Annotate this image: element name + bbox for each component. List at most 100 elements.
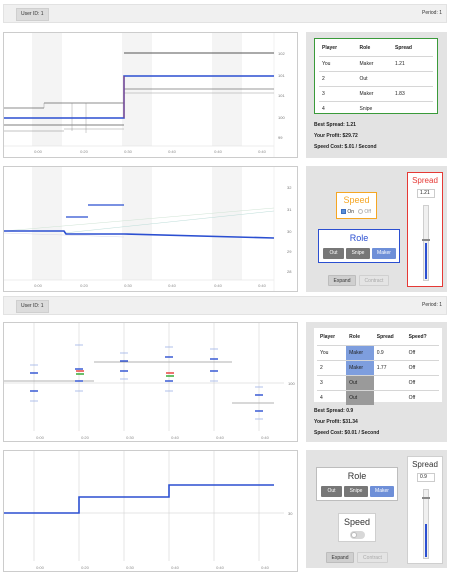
speed-off-option[interactable]: Off <box>358 209 371 216</box>
top-player-table: Player Role Spread You Maker 1.21 2 Out … <box>319 41 433 116</box>
best-spread-label: Best Spread: 0.9 <box>314 408 354 414</box>
x-tick-label: 0:00 <box>34 149 43 154</box>
table-header: Role <box>356 41 393 57</box>
table-cell: Out <box>346 375 374 391</box>
top-spread-chart: 32 31 30 29 28 0:00 0:20 0:30 0:40 0:40 … <box>3 166 298 292</box>
profit-label: Your Profit: $29.72 <box>314 133 358 139</box>
table-cell <box>374 390 406 405</box>
role-title: Role <box>349 233 369 243</box>
role-out-button[interactable]: Out <box>323 248 344 259</box>
role-snipe-button[interactable]: Snipe <box>344 486 368 497</box>
y-tick-label: 28 <box>287 269 292 274</box>
bottom-player-table-frame: Player Role Spread Speed? You Maker 0.9 … <box>314 328 442 405</box>
role-snipe-button[interactable]: Snipe <box>346 248 370 259</box>
spread-slider-handle[interactable] <box>422 238 430 241</box>
top-period-label: Period: 1 <box>421 10 442 16</box>
speed-title: Speed <box>343 517 371 527</box>
table-row: 3 Maker 1.83 <box>319 86 433 102</box>
spread-box: Spread 1.21 <box>407 172 443 287</box>
role-maker-button[interactable]: Maker <box>370 486 394 497</box>
x-tick-label: 0:40 <box>214 283 223 288</box>
own-spread-line <box>4 484 274 514</box>
spread-value-input[interactable]: 1.21 <box>417 189 435 198</box>
x-tick-label: 0:00 <box>34 283 43 288</box>
x-tick-label: 0:40 <box>171 565 180 570</box>
spread-slider[interactable] <box>422 205 430 281</box>
table-cell <box>392 101 433 116</box>
expand-button[interactable]: Expand <box>328 275 356 286</box>
spread-slider[interactable] <box>422 489 430 559</box>
contract-button[interactable]: Contract <box>359 275 389 286</box>
table-cell: Off <box>405 375 439 391</box>
spread-value-input[interactable]: 0.9 <box>417 473 435 482</box>
spread-slider-fill <box>425 243 427 279</box>
table-cell: 4 <box>320 394 323 401</box>
table-cell: You <box>317 345 347 361</box>
bottom-spread-chart: 30 0:00 0:20 0:30 0:40 0:40 0:40 <box>3 450 298 572</box>
expand-button[interactable]: Expand <box>326 552 354 563</box>
x-tick-label: 0:40 <box>258 283 267 288</box>
top-price-y-ticks: 102 101 101 100 99 <box>278 51 285 140</box>
top-player-panel: Player Role Spread You Maker 1.21 2 Out … <box>306 32 447 158</box>
table-cell: Maker <box>356 56 393 72</box>
best-spread-label: Best Spread: 1.21 <box>314 122 356 128</box>
spread-slider-handle[interactable] <box>422 496 430 499</box>
table-row: 2 Out <box>319 71 433 87</box>
x-tick-label: 0:30 <box>126 565 135 570</box>
role-out-button[interactable]: Out <box>321 486 342 497</box>
y-tick-label: 101 <box>278 73 285 78</box>
role-maker-button[interactable]: Maker <box>372 248 396 259</box>
speed-on-option[interactable]: On <box>341 209 354 216</box>
top-player-table-frame: Player Role Spread You Maker 1.21 2 Out … <box>314 38 438 114</box>
table-row: 2 Maker 1.77 Off <box>317 360 439 376</box>
y-tick-label: 101 <box>278 93 285 98</box>
x-tick-label: 0:00 <box>36 435 45 440</box>
y-tick-label: 102 <box>278 51 285 56</box>
table-row: 4 Snipe <box>319 101 433 116</box>
speed-box: Speed On Off <box>336 192 377 219</box>
checkbox-checked-icon <box>341 209 346 215</box>
table-cell: Maker <box>346 345 374 361</box>
table-cell: Maker <box>356 86 393 102</box>
table-cell: 0.9 <box>373 345 406 361</box>
speed-toggle[interactable] <box>350 531 365 539</box>
table-cell <box>392 71 433 87</box>
table-row: 3 Out Off <box>317 375 439 391</box>
table-cell: Out <box>346 390 374 405</box>
x-tick-label: 0:40 <box>214 149 223 154</box>
profit-label: Your Profit: $31.34 <box>314 419 358 425</box>
table-row: You Maker 0.9 Off <box>317 345 439 361</box>
top-controls-panel: Speed On Off Role Out Snipe Maker Expand… <box>306 166 447 292</box>
table-header: Player <box>317 330 347 346</box>
table-row: You Maker 1.21 <box>319 56 433 72</box>
x-tick-label: 0:40 <box>258 149 267 154</box>
x-tick-label: 0:20 <box>81 565 90 570</box>
spread-title: Spread <box>412 460 438 469</box>
table-header: Spread <box>373 330 406 346</box>
x-tick-label: 0:20 <box>81 435 90 440</box>
contract-button[interactable]: Contract <box>357 552 388 563</box>
speed-cost-label: Speed Cost: $0.01 / Second <box>314 430 380 436</box>
bottom-controls-panel: Role Out Snipe Maker Speed Expand Contra… <box>306 450 447 568</box>
bottom-price-x-ticks: 0:00 0:20 0:30 0:40 0:40 0:40 <box>36 435 270 440</box>
role-box: Role Out Snipe Maker <box>316 467 398 501</box>
bottom-price-y-ticks: 100 <box>288 381 295 386</box>
x-tick-label: 0:40 <box>168 283 177 288</box>
radio-icon <box>358 209 363 215</box>
table-cell: 1.77 <box>373 360 406 376</box>
top-header-bar <box>3 4 447 23</box>
role-title: Role <box>347 471 367 481</box>
y-tick-label: 30 <box>287 229 292 234</box>
y-tick-label: 99 <box>278 135 283 140</box>
x-tick-label: 0:40 <box>216 565 225 570</box>
top-price-x-ticks: 0:00 0:20 0:30 0:40 0:40 0:40 <box>34 149 267 154</box>
role-box: Role Out Snipe Maker <box>318 229 400 263</box>
table-header: Spread <box>392 41 433 57</box>
bottom-spread-y-ticks: 30 <box>288 511 293 516</box>
table-cell: Snipe <box>359 105 373 112</box>
table-cell: You <box>319 56 357 72</box>
spread-title: Spread <box>412 176 438 185</box>
table-cell: 2 <box>319 71 357 87</box>
bottom-user-id-tab: User ID: 1 <box>16 300 49 313</box>
x-tick-label: 0:20 <box>80 149 89 154</box>
